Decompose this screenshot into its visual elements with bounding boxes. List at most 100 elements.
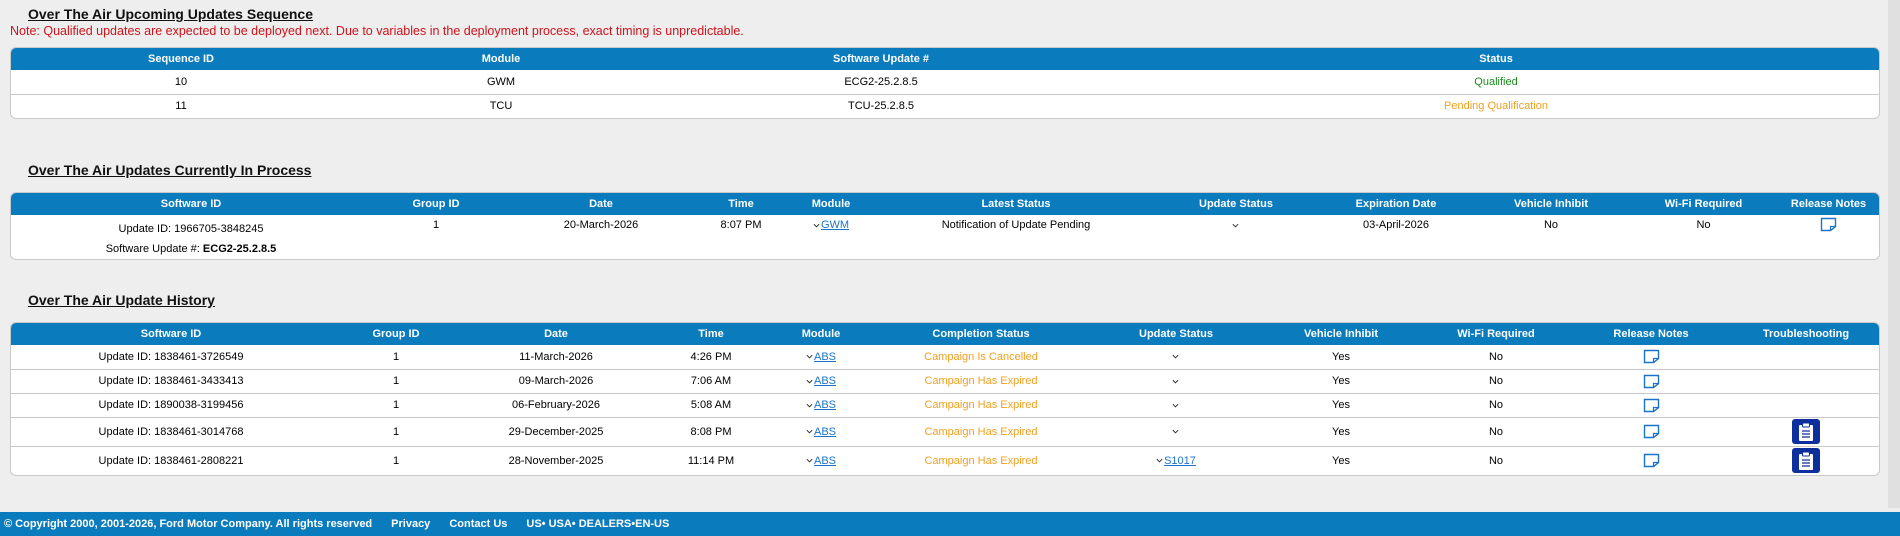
caret-down-icon[interactable] [1172,402,1179,409]
col-sequence-id: Sequence ID [11,48,351,70]
in-process-title: Over The Air Updates Currently In Proces… [28,162,312,178]
module-expander[interactable]: ABS [806,455,836,467]
footer-contact-link[interactable]: Contact Us [449,518,507,530]
table-row: Update ID: 1838461-3726549 1 11-March-20… [11,345,1879,369]
time: 8:07 PM [720,219,762,231]
date: 20-March-2026 [563,219,639,231]
module-expander[interactable]: ABS [806,375,836,387]
caret-down-icon[interactable] [1172,378,1179,385]
group-id: 1 [331,392,461,417]
module: GWM [486,75,516,88]
upcoming-note: Note: Qualified updates are expected to … [10,24,744,38]
status-qualified: Qualified [1474,75,1518,88]
scrollbar-track[interactable] [1888,0,1900,508]
module-expander[interactable]: ABS [806,426,836,438]
module-link[interactable]: ABS [814,455,836,467]
table-row: Update ID: 1890038-3199456 1 06-February… [11,392,1879,417]
wifi-required: No [1696,219,1711,231]
col-wifi-required: Wi-Fi Required [1631,193,1776,215]
col-vehicle-inhibit: Vehicle Inhibit [1261,323,1421,345]
troubleshooting-cell [1731,345,1879,369]
time: 11:14 PM [651,445,771,475]
footer-locale: US• USA• DEALERS•EN-US [526,518,670,530]
update-status-link[interactable]: S1017 [1164,455,1196,467]
completion-status: Campaign Has Expired [871,368,1091,393]
update-status-cell [1151,215,1321,259]
release-notes-cell [1571,416,1731,446]
troubleshooting-button[interactable] [1792,448,1820,474]
module-link[interactable]: GWM [821,219,849,231]
troubleshooting-cell [1731,368,1879,393]
update-status-expander[interactable]: S1017 [1156,455,1196,467]
group-id: 1 [331,445,461,475]
col-module: Module [351,48,651,70]
release-notes-cell [1571,445,1731,475]
module-link[interactable]: ABS [814,351,836,363]
col-module: Module [771,323,871,345]
software-update: TCU-25.2.8.5 [651,93,1111,118]
module-cell: ABS [771,392,871,417]
release-notes-icon[interactable] [1643,453,1660,468]
caret-down-icon[interactable] [1232,222,1239,229]
time: 5:08 AM [651,392,771,417]
module-link[interactable]: ABS [814,399,836,411]
vehicle-inhibit: No [1543,219,1559,231]
col-expiration-date: Expiration Date [1321,193,1471,215]
col-date: Date [461,323,651,345]
module-cell: GWM [781,215,881,259]
troubleshooting-cell [1731,392,1879,417]
vehicle-inhibit: Yes [1261,445,1421,475]
date: 29-December-2025 [461,416,651,446]
module-expander[interactable]: ABS [806,399,836,411]
software-id: Update ID: 1890038-3199456 [11,392,331,417]
wifi-required: No [1421,368,1571,393]
update-status-cell [1091,416,1261,446]
table-row: 11 TCU TCU-25.2.8.5 Pending Qualificatio… [11,93,1879,118]
date: 28-November-2025 [461,445,651,475]
status-pending: Pending Qualification [1111,93,1879,118]
date: 11-March-2026 [519,350,593,363]
clipboard-icon [1799,451,1813,470]
caret-down-icon[interactable] [1172,353,1179,360]
caret-down-icon[interactable] [1172,428,1179,435]
update-status-cell [1091,368,1261,393]
group-id: 1 [331,416,461,446]
release-notes-icon[interactable] [1820,217,1837,232]
caret-down-icon [806,379,813,384]
release-notes-icon[interactable] [1643,424,1660,439]
clipboard-icon [1799,422,1813,441]
release-notes-icon[interactable] [1643,398,1660,413]
update-status-cell [1091,392,1261,417]
module-cell: ABS [771,368,871,393]
caret-down-icon [806,429,813,434]
expiration-date: 03-April-2026 [1362,219,1430,231]
module-link[interactable]: ABS [814,375,836,387]
module-expander[interactable]: ABS [806,351,836,363]
upcoming-title: Over The Air Upcoming Updates Sequence [28,6,313,22]
time: 7:06 AM [651,368,771,393]
caret-down-icon [813,223,820,228]
module-expander[interactable]: GWM [813,219,849,231]
module-link[interactable]: ABS [814,426,836,438]
sequence-id: 11 [11,93,351,118]
table-row: Update ID: 1838461-3014768 1 29-December… [11,416,1879,446]
vehicle-inhibit: Yes [1261,416,1421,446]
release-notes-icon[interactable] [1643,374,1660,389]
footer-privacy-link[interactable]: Privacy [391,518,430,530]
vehicle-inhibit: Yes [1332,350,1350,363]
software-id: Update ID: 1838461-3433413 [11,368,331,393]
release-notes-cell [1571,392,1731,417]
release-notes-cell [1571,368,1731,393]
wifi-required: No [1421,392,1571,417]
release-notes-cell [1776,215,1879,259]
col-software-update: Software Update # [651,48,1111,70]
col-latest-status: Latest Status [881,193,1151,215]
col-troubleshooting: Troubleshooting [1731,323,1879,345]
col-completion-status: Completion Status [871,323,1091,345]
completion-status: Campaign Has Expired [871,445,1091,475]
group-id: 1 [432,219,440,231]
time: 4:26 PM [690,350,732,363]
troubleshooting-button[interactable] [1792,419,1820,444]
release-notes-icon[interactable] [1643,349,1660,364]
wifi-required: No [1421,445,1571,475]
